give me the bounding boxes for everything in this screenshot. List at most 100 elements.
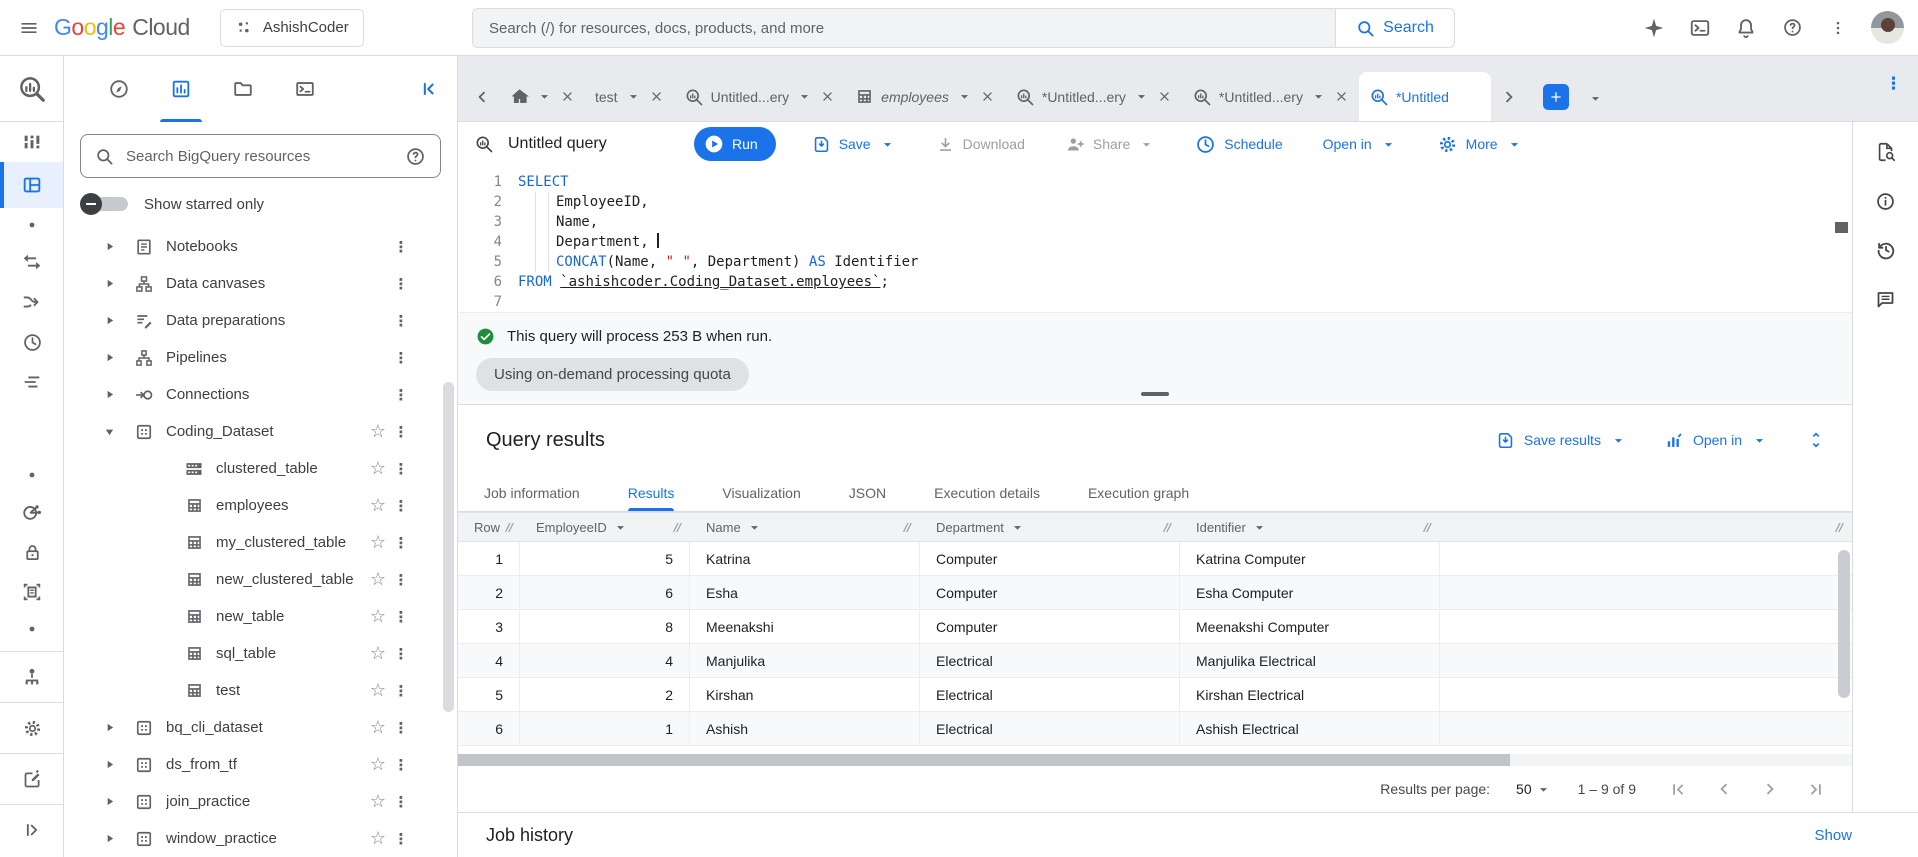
tree-item-coding-dataset[interactable]: Coding_Dataset ☆ ⋮	[64, 413, 457, 450]
tree-item-notebooks[interactable]: Notebooks ⋮	[64, 228, 457, 265]
rail-item-expand-rail[interactable]	[0, 810, 63, 850]
more-vertical-icon[interactable]: ⋮	[391, 793, 411, 811]
star-icon[interactable]: ☆	[365, 421, 391, 442]
editor-tab-untitled-query-1[interactable]: Untitled...ery	[674, 72, 846, 121]
expand-arrow-right-icon[interactable]	[104, 796, 126, 807]
expand-arrow-right-icon[interactable]	[104, 722, 126, 733]
tab-caret-icon[interactable]	[1310, 88, 1327, 105]
tree-item-ds-from-tf[interactable]: ds_from_tf ☆ ⋮	[64, 746, 457, 783]
share-button[interactable]: Share	[1065, 134, 1155, 154]
more-vertical-icon[interactable]: ⋮	[391, 682, 411, 700]
column-resize-handle[interactable]	[903, 522, 912, 533]
open-results-in-button[interactable]: Open in	[1665, 431, 1768, 450]
history-button[interactable]	[1868, 232, 1904, 268]
info-button[interactable]	[1868, 183, 1904, 219]
column-resize-handle[interactable]	[1163, 522, 1172, 533]
search-button[interactable]: Search	[1335, 8, 1455, 48]
open-in-button[interactable]: Open in	[1323, 136, 1397, 153]
expand-arrow-right-icon[interactable]	[104, 759, 126, 770]
main-menu-button[interactable]	[8, 7, 50, 49]
tabs-scroll-left-button[interactable]	[464, 72, 500, 121]
editor-tab-untitled-query-2[interactable]: *Untitled...ery	[1005, 72, 1182, 121]
rail-item-governance[interactable]	[0, 657, 63, 697]
query-title[interactable]: Untitled query	[508, 135, 694, 153]
gemini-button[interactable]	[1633, 7, 1675, 49]
tab-caret-icon[interactable]	[536, 88, 553, 105]
more-vertical-icon[interactable]: ⋮	[391, 460, 411, 478]
tree-item-new-clustered-table[interactable]: new_clustered_table ☆ ⋮	[64, 561, 457, 598]
prev-page-button[interactable]	[1713, 778, 1735, 800]
comment-button[interactable]	[1868, 281, 1904, 317]
more-button[interactable]: More	[1437, 134, 1523, 155]
tab-close-icon[interactable]	[1157, 89, 1172, 104]
column-header-employeeid[interactable]: EmployeeID	[520, 512, 690, 542]
results-tab-json[interactable]: JSON	[849, 475, 886, 511]
sort-caret-icon[interactable]	[1009, 519, 1026, 536]
last-page-button[interactable]	[1805, 778, 1826, 800]
more-vertical-icon[interactable]: ⋮	[391, 349, 411, 367]
tab-caret-icon[interactable]	[796, 88, 813, 105]
results-tab-visualization[interactable]: Visualization	[722, 475, 800, 511]
search-input[interactable]	[472, 8, 1335, 48]
more-options-button[interactable]	[1817, 7, 1859, 49]
column-header-row[interactable]: Row	[458, 512, 520, 542]
tree-item-bq-cli-dataset[interactable]: bq_cli_dataset ☆ ⋮	[64, 709, 457, 746]
tree-item-join-practice[interactable]: join_practice ☆ ⋮	[64, 783, 457, 820]
more-vertical-icon[interactable]: ⋮	[391, 719, 411, 737]
tab-close-icon[interactable]	[820, 89, 835, 104]
rail-item-transfers[interactable]	[0, 242, 63, 282]
sql-editor[interactable]: 1 2 3 4 5 6 7 SELECT EmployeeID, Name, Department…	[458, 166, 1852, 313]
more-vertical-icon[interactable]: ⋮	[391, 312, 411, 330]
doc-search-button[interactable]	[1868, 134, 1904, 170]
tabbar-more-button[interactable]: ⋮	[1885, 74, 1902, 94]
tree-item-sql-table[interactable]: sql_table ☆ ⋮	[64, 635, 457, 672]
more-vertical-icon[interactable]: ⋮	[391, 645, 411, 663]
rail-item-security[interactable]	[0, 532, 63, 572]
tab-caret-icon[interactable]	[956, 88, 973, 105]
column-header-identifier[interactable]: Identifier	[1180, 512, 1440, 542]
tab-caret-icon[interactable]	[1133, 88, 1150, 105]
results-tab-results[interactable]: Results	[627, 475, 674, 511]
tree-item-new-table[interactable]: new_table ☆ ⋮	[64, 598, 457, 635]
explorer-scrollbar[interactable]	[443, 382, 454, 712]
star-icon[interactable]: ☆	[365, 458, 391, 479]
more-vertical-icon[interactable]: ⋮	[391, 386, 411, 404]
expand-arrow-right-icon[interactable]	[104, 241, 126, 252]
more-vertical-icon[interactable]: ⋮	[391, 497, 411, 515]
tab-close-icon[interactable]	[980, 89, 995, 104]
tab-close-icon[interactable]	[1334, 89, 1349, 104]
editor-tab-untitled-query-active[interactable]: *Untitled	[1358, 72, 1491, 121]
download-button[interactable]: Download	[936, 135, 1025, 154]
explorer-studio-tab[interactable]	[150, 56, 212, 122]
more-vertical-icon[interactable]: ⋮	[391, 756, 411, 774]
cloud-shell-button[interactable]	[1679, 7, 1721, 49]
project-selector[interactable]: AshishCoder	[219, 8, 364, 47]
results-tab-job-information[interactable]: Job information	[484, 475, 580, 511]
tree-item-employees[interactable]: employees ☆ ⋮	[64, 487, 457, 524]
rail-item-pipelines[interactable]	[0, 282, 63, 322]
results-tab-execution-details[interactable]: Execution details	[934, 475, 1040, 511]
tab-list-dropdown[interactable]	[1587, 90, 1604, 110]
editor-tab-home[interactable]	[500, 72, 585, 121]
rail-item-capacity[interactable]	[0, 362, 63, 402]
more-vertical-icon[interactable]: ⋮	[391, 571, 411, 589]
scrollbar-thumb[interactable]	[458, 754, 1510, 766]
editor-scrollbar[interactable]	[1835, 222, 1848, 233]
tab-close-icon[interactable]	[560, 89, 575, 104]
avatar[interactable]	[1871, 11, 1904, 44]
new-tab-button[interactable]	[1542, 84, 1569, 110]
sort-caret-icon[interactable]	[612, 519, 629, 536]
tab-caret-icon[interactable]	[625, 88, 642, 105]
more-vertical-icon[interactable]: ⋮	[391, 608, 411, 626]
rail-item-explorer[interactable]	[0, 162, 63, 208]
rail-item-migration[interactable]	[0, 572, 63, 612]
results-vertical-scrollbar[interactable]	[1838, 550, 1850, 698]
tree-item-connections[interactable]: Connections ⋮	[64, 376, 457, 413]
expand-arrow-right-icon[interactable]	[104, 389, 126, 400]
column-header-department[interactable]: Department	[920, 512, 1180, 542]
star-icon[interactable]: ☆	[365, 717, 391, 738]
resource-search-input[interactable]	[126, 147, 393, 165]
rail-item-feedback[interactable]	[0, 759, 63, 799]
column-resize-handle[interactable]	[673, 522, 682, 533]
rail-item-studio[interactable]	[0, 122, 63, 162]
